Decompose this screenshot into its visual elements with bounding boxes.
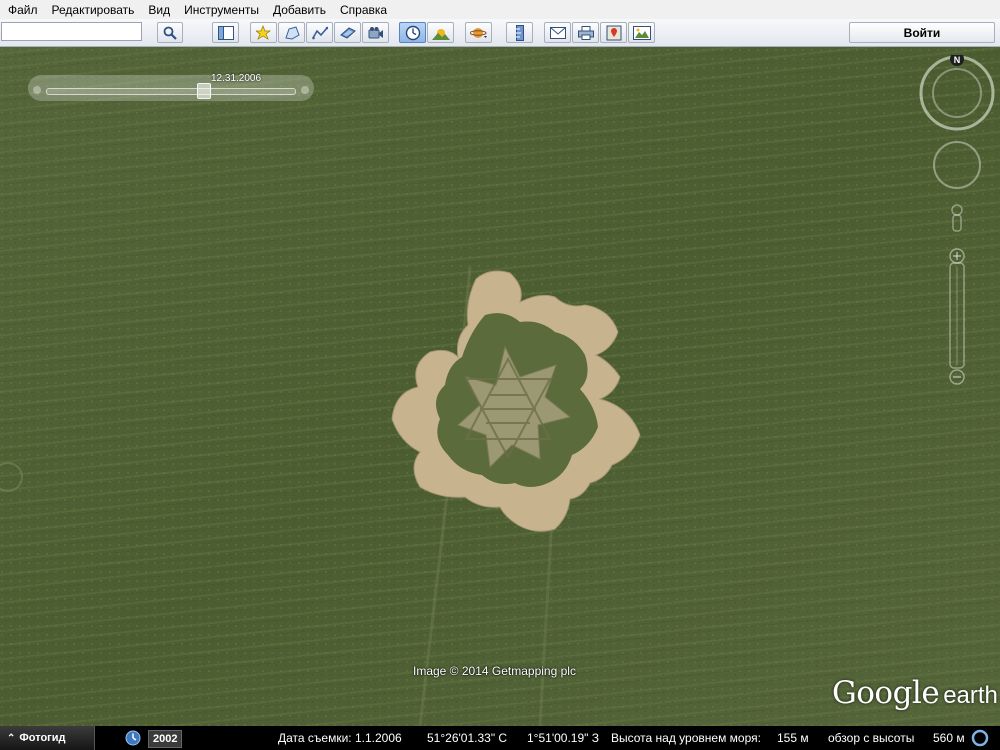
menu-file[interactable]: Файл	[0, 3, 45, 17]
imagery-year-badge[interactable]: 2002	[148, 730, 183, 748]
login-button[interactable]: Войти	[849, 22, 995, 43]
path-button[interactable]	[306, 22, 333, 43]
time-slider-back-button[interactable]	[33, 86, 41, 94]
eye-altitude-label: обзор с высоты	[828, 731, 915, 745]
save-image-icon	[632, 25, 651, 40]
time-slider-thumb[interactable]	[196, 83, 211, 99]
search-button[interactable]	[157, 22, 183, 43]
longitude-readout: 1°51'00.19" З	[527, 731, 599, 745]
chevron-up-icon: ⌃	[7, 732, 16, 744]
email-button[interactable]	[544, 22, 571, 43]
polygon-icon	[284, 25, 300, 40]
image-overlay-button[interactable]	[334, 22, 361, 43]
search-icon	[163, 26, 177, 40]
planet-icon	[469, 27, 487, 38]
menu-edit[interactable]: Редактировать	[45, 3, 142, 17]
image-overlay-icon	[339, 26, 356, 39]
logo-word-earth: earth	[943, 682, 998, 709]
menu-add[interactable]: Добавить	[266, 3, 333, 17]
record-tour-button[interactable]	[362, 22, 389, 43]
historical-imagery-icon	[405, 25, 420, 40]
elevation-value: 155 м	[777, 731, 809, 745]
tour-guide-label: Фотогид	[19, 732, 66, 744]
google-maps-icon	[606, 25, 621, 40]
menu-help[interactable]: Справка	[333, 3, 394, 17]
imagery-date: Дата съемки: 1.1.2006	[278, 731, 402, 745]
search-input[interactable]	[1, 22, 142, 41]
google-maps-button[interactable]	[600, 22, 627, 43]
historical-imagery-status-icon[interactable]	[125, 730, 141, 746]
sunlight-icon	[431, 28, 450, 40]
time-slider-forward-button[interactable]	[301, 86, 309, 94]
sidebar-toggle-icon	[217, 25, 234, 40]
map-view[interactable]: 12.31.2006 N Image © 2014 Getmapping plc…	[0, 47, 1000, 726]
placemark-button[interactable]	[250, 22, 277, 43]
placemark-icon	[255, 24, 271, 40]
menu-tools[interactable]: Инструменты	[177, 3, 266, 17]
print-icon	[577, 25, 594, 40]
polygon-button[interactable]	[278, 22, 305, 43]
status-bar: ⌃ Фотогид 2002 Дата съемки: 1.1.2006 51°…	[0, 726, 1000, 750]
record-tour-icon	[368, 26, 383, 38]
menu-bar: Файл Редактировать Вид Инструменты Добав…	[0, 0, 1000, 19]
logo-word-google: Google	[832, 675, 940, 711]
latitude-readout: 51°26'01.33" С	[427, 731, 508, 745]
eye-altitude-value: 560 м	[933, 731, 965, 745]
zoom-slider[interactable]	[949, 248, 965, 385]
toolbar: Войти	[0, 19, 1000, 47]
google-earth-logo: Google earth	[832, 675, 998, 711]
menu-view[interactable]: Вид	[141, 3, 177, 17]
email-icon	[549, 26, 566, 39]
compass-north-label: N	[954, 55, 961, 65]
imagery-attribution: Image © 2014 Getmapping plc	[413, 664, 576, 678]
time-slider-track[interactable]	[46, 88, 296, 95]
compass-ring[interactable]	[919, 55, 995, 131]
satellite-imagery[interactable]	[0, 47, 1000, 726]
look-joystick[interactable]	[933, 141, 981, 189]
street-view-pegman-icon[interactable]	[951, 204, 963, 232]
sidebar-toggle-button[interactable]	[212, 22, 239, 43]
tour-guide-button[interactable]: ⌃ Фотогид	[0, 726, 95, 750]
save-image-button[interactable]	[628, 22, 655, 43]
streaming-progress-icon	[971, 729, 989, 747]
print-button[interactable]	[572, 22, 599, 43]
ruler-icon	[515, 24, 524, 41]
ruler-button[interactable]	[506, 22, 533, 43]
path-icon	[311, 26, 328, 39]
planet-button[interactable]	[465, 22, 492, 43]
historical-imagery-button[interactable]	[399, 22, 426, 43]
time-slider[interactable]: 12.31.2006	[28, 73, 314, 101]
navigation-controls[interactable]: N	[910, 55, 1000, 395]
elevation-label: Высота над уровнем моря:	[611, 731, 761, 745]
time-slider-date: 12.31.2006	[211, 73, 262, 84]
sunlight-button[interactable]	[427, 22, 454, 43]
